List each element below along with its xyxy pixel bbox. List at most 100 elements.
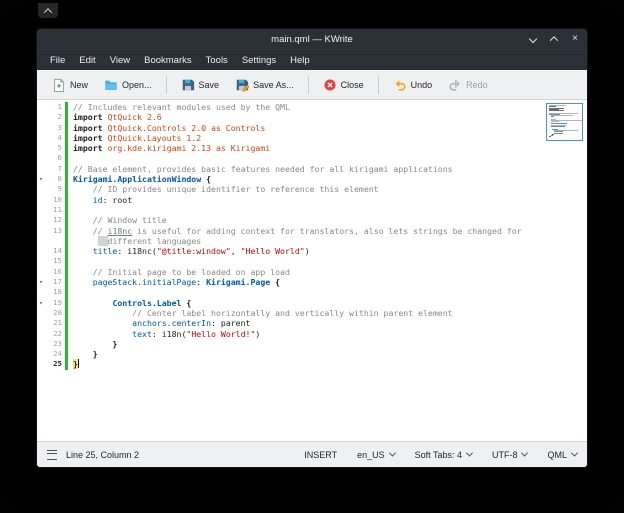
- line-number: 15: [48, 256, 65, 266]
- code-text: // Initial page to be loaded on app load: [68, 267, 290, 277]
- code-line[interactable]: 24 }: [37, 349, 587, 359]
- code-text: Kirigami.ApplicationWindow {: [68, 174, 211, 184]
- panel-unhide-button[interactable]: [38, 3, 58, 18]
- statusbar-dictionary[interactable]: en_US: [357, 450, 395, 460]
- code-line[interactable]: 25}: [37, 359, 587, 369]
- fold-spacer: [37, 329, 48, 339]
- code-line[interactable]: 2import QtQuick 2.6: [37, 112, 587, 122]
- line-number: 18: [48, 287, 65, 297]
- code-line[interactable]: 23 }: [37, 339, 587, 349]
- scrollbar-minimap[interactable]: [546, 103, 583, 141]
- menu-bookmarks[interactable]: Bookmarks: [137, 53, 199, 68]
- toolbar-document-open[interactable]: Open...: [97, 75, 159, 95]
- chevron-down-icon: [571, 450, 578, 457]
- code-line[interactable]: 3import QtQuick.Controls 2.0 as Controls: [37, 123, 587, 133]
- code-text: }: [68, 359, 79, 369]
- code-line[interactable]: 12 // Window title: [37, 215, 587, 225]
- chevron-down-icon: [389, 450, 396, 457]
- menu-tools[interactable]: Tools: [199, 53, 235, 68]
- code-text: import QtQuick 2.6: [68, 112, 162, 122]
- line-number: 4: [48, 133, 65, 143]
- code-text: // ID provides unique identifier to refe…: [68, 184, 379, 194]
- close-button[interactable]: ×: [569, 33, 581, 45]
- minimize-button[interactable]: [527, 33, 539, 45]
- window-title: main.qml — KWrite: [37, 34, 587, 45]
- code-line[interactable]: 15: [37, 256, 587, 266]
- menu-help[interactable]: Help: [283, 53, 317, 68]
- code-line[interactable]: 22 text: i18n("Hello World!"): [37, 329, 587, 339]
- code-text: import org.kde.kirigami 2.13 as Kirigami: [68, 143, 270, 153]
- fold-marker-icon[interactable]: ▾: [37, 298, 48, 308]
- code-line[interactable]: 5import org.kde.kirigami 2.13 as Kirigam…: [37, 143, 587, 153]
- code-line[interactable]: ▾19 Controls.Label {: [37, 298, 587, 308]
- titlebar[interactable]: main.qml — KWrite ×: [37, 29, 587, 49]
- maximize-button[interactable]: [548, 33, 560, 45]
- code-text: }: [68, 349, 98, 359]
- code-text: Controls.Label {: [68, 298, 191, 308]
- toolbar-document-save-as[interactable]: Save As...: [228, 75, 301, 95]
- code-line[interactable]: 1// Includes relevant modules used by th…: [37, 102, 587, 112]
- statusbar-syntax-mode[interactable]: QML: [547, 450, 577, 460]
- document-save-as-icon: [235, 78, 249, 92]
- statusbar-tab-settings[interactable]: Soft Tabs: 4: [415, 450, 472, 460]
- menu-file[interactable]: File: [43, 53, 72, 68]
- code-text: // Center label horizontally and vertica…: [68, 308, 453, 318]
- code-line[interactable]: ▾17 pageStack.initialPage: Kirigami.Page…: [37, 277, 587, 287]
- toolbar-document-save[interactable]: Save: [174, 75, 227, 95]
- code-line[interactable]: 20 // Center label horizontally and vert…: [37, 308, 587, 318]
- line-number: 5: [48, 143, 65, 153]
- code-text: [68, 287, 73, 297]
- fold-spacer: [37, 236, 48, 246]
- toolbar-document-new[interactable]: New: [45, 75, 95, 95]
- fold-spacer: [37, 164, 48, 174]
- code-line[interactable]: 6: [37, 153, 587, 163]
- code-line[interactable]: 18: [37, 287, 587, 297]
- line-number: 8: [48, 174, 65, 184]
- code-line[interactable]: 4import QtQuick.Layouts 1.2: [37, 133, 587, 143]
- line-number: 20: [48, 308, 65, 318]
- code-text: different languages: [68, 236, 201, 246]
- code-line[interactable]: 14 title: i18nc("@title:window", "Hello …: [37, 246, 587, 256]
- line-number: 7: [48, 164, 65, 174]
- toolbar-document-close[interactable]: Close: [316, 75, 371, 95]
- toolbar-label: Undo: [411, 80, 433, 90]
- toolbar-separator: [166, 76, 167, 94]
- code-line[interactable]: ▾8Kirigami.ApplicationWindow {: [37, 174, 587, 184]
- code-line[interactable]: 21 anchors.centerIn: parent: [37, 318, 587, 328]
- code-line[interactable]: different languages: [37, 236, 587, 246]
- code-line[interactable]: 13 // i18nc is useful for adding context…: [37, 226, 587, 236]
- menu-settings[interactable]: Settings: [235, 53, 283, 68]
- code-text: title: i18nc("@title:window", "Hello Wor…: [68, 246, 310, 256]
- code-line[interactable]: 11: [37, 205, 587, 215]
- statusbar-encoding[interactable]: UTF-8: [492, 450, 528, 460]
- code-line[interactable]: 7// Base element, provides basic feature…: [37, 164, 587, 174]
- statusbar-label: Soft Tabs: 4: [415, 450, 462, 460]
- line-number: 3: [48, 123, 65, 133]
- line-number: 13: [48, 226, 65, 236]
- fold-marker-icon[interactable]: ▾: [37, 174, 48, 184]
- chevron-down-icon: [521, 450, 528, 457]
- fold-spacer: [37, 215, 48, 225]
- statusbar-insert-mode[interactable]: INSERT: [304, 450, 337, 460]
- statusbar-label: UTF-8: [492, 450, 518, 460]
- toolbar-edit-undo[interactable]: Undo: [386, 75, 440, 95]
- desktop-background: { "colors": { "titlebar": "#2b3036", "to…: [0, 0, 624, 513]
- toolbar-label: Close: [341, 80, 364, 90]
- fold-spacer: [37, 256, 48, 266]
- menubar: FileEditViewBookmarksToolsSettingsHelp: [37, 49, 587, 70]
- fold-marker-icon[interactable]: ▾: [37, 277, 48, 287]
- text-editor[interactable]: 1// Includes relevant modules used by th…: [37, 100, 587, 441]
- document-new-icon: [52, 78, 66, 92]
- code-line[interactable]: 16 // Initial page to be loaded on app l…: [37, 267, 587, 277]
- toolbar-edit-redo[interactable]: Redo: [441, 75, 495, 95]
- menu-view[interactable]: View: [103, 53, 137, 68]
- menu-edit[interactable]: Edit: [72, 53, 102, 68]
- cursor-position-label: Line 25, Column 2: [66, 450, 139, 460]
- document-close-icon: [323, 78, 337, 92]
- statusbar-right: INSERT en_US Soft Tabs: 4 UTF-8 QML: [304, 450, 577, 460]
- code-line[interactable]: 9 // ID provides unique identifier to re…: [37, 184, 587, 194]
- code-line[interactable]: 10 id: root: [37, 195, 587, 205]
- statusbar: Line 25, Column 2 INSERT en_US Soft Tabs: …: [37, 441, 587, 467]
- chevron-up-icon: [550, 36, 558, 44]
- hamburger-menu-icon[interactable]: [47, 450, 57, 460]
